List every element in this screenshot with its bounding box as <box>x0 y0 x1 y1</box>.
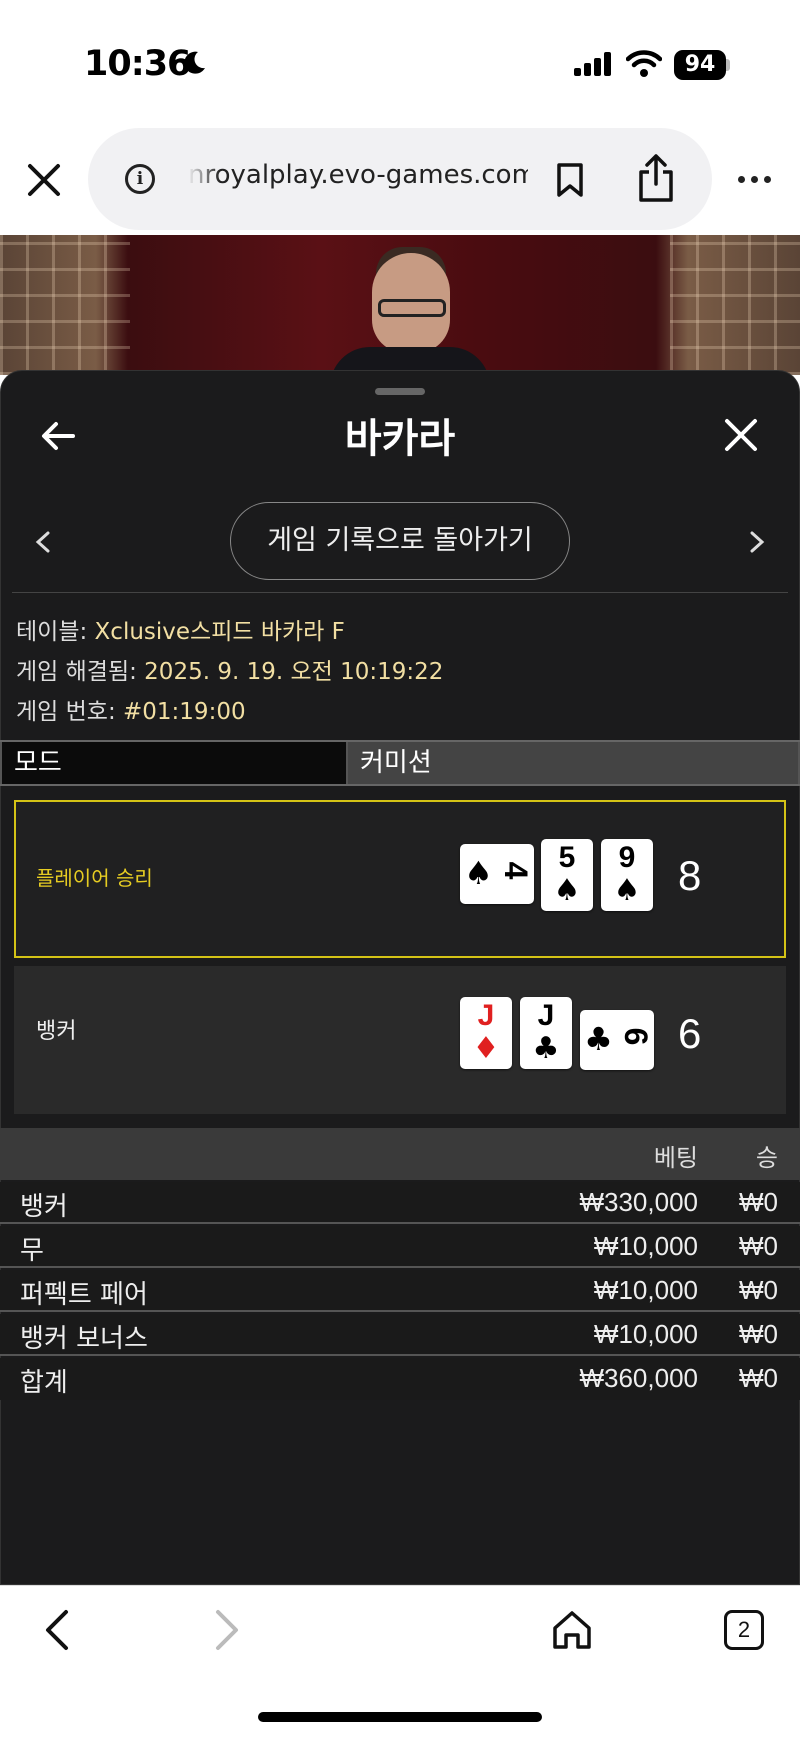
playing-card: J ♣ <box>520 997 572 1069</box>
card-rank: J <box>537 999 555 1032</box>
share-icon[interactable] <box>636 152 676 204</box>
dealer-glasses <box>378 299 446 317</box>
card-suit: ♣ <box>584 1020 613 1058</box>
previous-game-chevron-icon[interactable] <box>34 530 52 554</box>
total-amount: ₩360,000 <box>579 1363 698 1393</box>
bet-name: 퍼펙트 페어 <box>20 1280 148 1310</box>
playing-card: 6 ♣ <box>580 1010 654 1070</box>
wifi-icon <box>626 50 662 77</box>
tabs-button[interactable]: 2 <box>724 1610 764 1650</box>
card-suit: ♦ <box>472 1031 500 1066</box>
bet-amount: ₩10,000 <box>593 1275 698 1305</box>
card-suit: ♠ <box>464 854 493 892</box>
bet-name: 뱅커 <box>20 1192 68 1222</box>
drag-handle[interactable] <box>375 388 425 395</box>
divider <box>12 592 788 593</box>
bet-win: ₩0 <box>739 1187 778 1217</box>
game-number-info: 게임 번호: #01:19:00 <box>16 699 246 725</box>
back-arrow-icon[interactable] <box>40 420 76 452</box>
player-score: 8 <box>678 852 702 899</box>
bet-row: 뱅커 ₩330,000 ₩0 <box>0 1182 800 1224</box>
playing-card: 4 ♠ <box>460 844 534 904</box>
card-rank: J <box>477 999 495 1032</box>
total-win: ₩0 <box>739 1363 778 1393</box>
bet-win: ₩0 <box>739 1231 778 1261</box>
table-info: 테이블: Xclusive스피드 바카라 F <box>16 619 345 645</box>
player-result-label: 플레이어 승리 <box>36 866 153 890</box>
status-time: 10:36 <box>84 44 191 84</box>
next-game-chevron-icon[interactable] <box>748 530 766 554</box>
card-suit: ♠ <box>553 873 581 908</box>
bet-column-header: 베팅 <box>653 1144 698 1172</box>
close-panel-icon[interactable] <box>724 418 758 452</box>
bet-win: ₩0 <box>739 1275 778 1305</box>
banker-score: 6 <box>678 1010 702 1057</box>
mode-cell: 모드 <box>2 742 346 784</box>
playing-card: 5 ♠ <box>541 839 593 911</box>
url-text[interactable]: nroyalplay.evo-games.com <box>188 160 528 190</box>
win-column-header: 승 <box>755 1144 778 1172</box>
home-indicator[interactable] <box>258 1712 542 1722</box>
battery-tip <box>726 59 730 71</box>
resolved-info: 게임 해결됨: 2025. 9. 19. 오전 10:19:22 <box>16 659 444 685</box>
banker-result-label: 뱅커 <box>36 1019 77 1044</box>
card-rank: 9 <box>618 841 636 874</box>
panel-title: 바카라 <box>344 416 456 462</box>
browser-forward-icon[interactable] <box>212 1608 242 1652</box>
bet-amount: ₩10,000 <box>593 1231 698 1261</box>
site-info-icon[interactable]: i <box>125 164 155 194</box>
commission-cell: 커미션 <box>348 742 798 784</box>
back-to-history-button[interactable]: 게임 기록으로 돌아가기 <box>230 502 570 580</box>
bet-name: 무 <box>20 1236 44 1266</box>
moon-icon <box>184 51 205 74</box>
playing-card: 9 ♠ <box>601 839 653 911</box>
bet-amount: ₩330,000 <box>579 1187 698 1217</box>
url-fade <box>188 160 220 196</box>
cellular-signal-icon <box>574 52 611 76</box>
bet-amount: ₩10,000 <box>593 1319 698 1349</box>
home-icon[interactable] <box>550 1608 594 1652</box>
bet-row: 무 ₩10,000 ₩0 <box>0 1226 800 1268</box>
close-tab-button[interactable] <box>24 160 64 200</box>
table-name: Xclusive스피드 바카라 F <box>94 619 345 645</box>
bet-total-row: 합계 ₩360,000 ₩0 <box>0 1358 800 1400</box>
bet-win: ₩0 <box>739 1319 778 1349</box>
playing-card: J ♦ <box>460 997 512 1069</box>
battery-indicator: 94 <box>674 50 726 80</box>
banker-hand-row <box>14 966 786 1114</box>
card-rank: 6 <box>618 1027 654 1046</box>
total-label: 합계 <box>20 1368 68 1398</box>
browser-back-icon[interactable] <box>42 1608 72 1652</box>
bet-name: 뱅커 보너스 <box>20 1324 148 1354</box>
card-suit: ♣ <box>532 1031 560 1066</box>
live-video-feed <box>0 235 800 375</box>
card-rank: 5 <box>558 841 576 874</box>
card-rank: 4 <box>498 861 534 880</box>
bookmark-icon[interactable] <box>556 162 584 198</box>
resolved-time: 2025. 9. 19. 오전 10:19:22 <box>144 659 444 685</box>
card-suit: ♠ <box>613 873 641 908</box>
game-number: #01:19:00 <box>123 699 246 725</box>
bet-row: 퍼펙트 페어 ₩10,000 ₩0 <box>0 1270 800 1312</box>
bet-row: 뱅커 보너스 ₩10,000 ₩0 <box>0 1314 800 1356</box>
more-options-icon[interactable] <box>738 176 772 184</box>
